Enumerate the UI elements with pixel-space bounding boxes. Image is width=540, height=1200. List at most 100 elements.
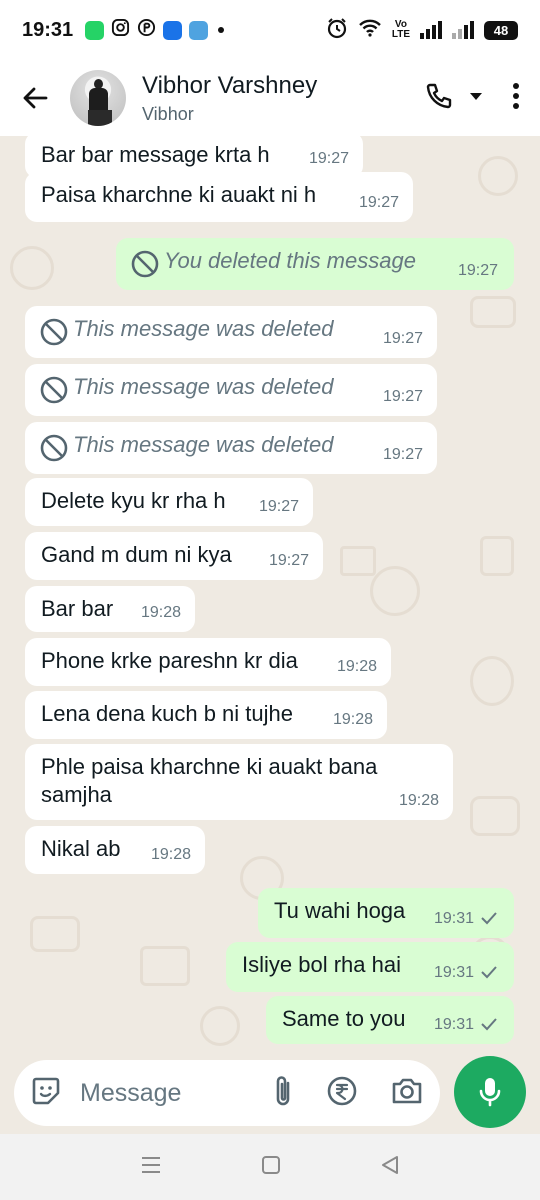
message-input[interactable] [80,1078,230,1108]
triangle-back-icon [382,1155,399,1174]
blocked-icon [39,375,69,411]
phone-icon [426,83,452,108]
message-bubble[interactable]: Tu wahi hoga 19:31 [258,888,514,938]
status-time: 19:31 [22,18,74,41]
blocked-icon [39,317,69,353]
contact-name: Vibhor Varshney [142,71,318,99]
contact-subtitle: Vibhor [142,103,194,124]
message-text: You deleted this message [164,248,416,273]
more-options-button[interactable] [512,82,520,115]
camera-icon [392,1078,422,1103]
dot-icon [218,27,225,33]
message-time: 19:27 [382,388,423,405]
message-text: Paisa kharchne ki auakt ni h [41,182,317,207]
message-meta: 19:31 [434,906,498,932]
system-navigation-bar [0,1134,540,1200]
blocked-icon [39,433,69,469]
message-time: 19:28 [150,846,191,863]
message-time: 19:27 [258,498,299,515]
instagram-icon [111,18,130,42]
system-back-button[interactable] [380,1155,400,1180]
message-time: 19:27 [382,330,423,347]
arrow-left-icon [23,87,48,109]
whatsapp-business-icon [85,20,105,40]
message-text: Lena dena kuch b ni tujhe [41,701,293,726]
message-text: Same to you [282,1006,406,1031]
more-vertical-icon [513,82,519,109]
back-button[interactable] [0,60,70,136]
deleted-message-bubble[interactable]: This message was deleted 19:27 [25,422,437,474]
deleted-message-bubble[interactable]: This message was deleted 19:27 [25,306,437,358]
sticker-icon [32,1077,60,1104]
message-time: 19:27 [268,552,309,569]
message-bubble[interactable]: Bar bar 19:28 [25,586,195,632]
message-text: Phone krke pareshn kr dia [41,648,298,673]
message-bubble[interactable]: Gand m dum ni kya 19:27 [25,532,323,580]
message-bubble[interactable]: Lena dena kuch b ni tujhe 19:28 [25,691,387,739]
weather-icon [189,20,209,40]
message-text: Gand m dum ni kya [41,542,232,567]
wifi-icon [358,18,382,43]
check-icon [481,912,497,925]
sticker-button[interactable] [30,1075,62,1112]
attach-button[interactable] [272,1074,294,1113]
call-options-dropdown[interactable] [468,89,484,107]
bluesky-icon [163,20,183,40]
alarm-icon [326,17,348,44]
message-bubble[interactable]: Nikal ab 19:28 [25,826,205,874]
recent-apps-button[interactable] [140,1156,162,1179]
deleted-message-bubble[interactable]: This message was deleted 19:27 [25,364,437,416]
menu-lines-icon [141,1156,160,1173]
message-text: Bar bar message krta h [41,142,270,167]
message-text: This message was deleted [73,432,334,457]
message-time: 19:27 [382,446,423,463]
paperclip-icon [276,1075,290,1105]
message-text: This message was deleted [73,316,334,341]
message-text: Nikal ab [41,836,121,861]
avatar[interactable] [70,70,126,126]
message-bubble[interactable]: Delete kyu kr rha h 19:27 [25,478,313,526]
check-icon [481,966,497,979]
message-time: 19:31 [433,964,474,981]
message-meta: 19:31 [434,1012,498,1038]
message-meta: 19:31 [434,960,498,986]
message-bubble[interactable]: Isliye bol rha hai 19:31 [226,942,514,992]
home-button[interactable] [261,1155,281,1180]
contact-info[interactable]: Vibhor Varshney Vibhor [142,72,424,125]
voice-message-button[interactable] [454,1056,526,1128]
message-text: Delete kyu kr rha h [41,488,226,513]
phonepe-icon [137,18,156,42]
message-time: 19:27 [358,194,399,211]
camera-button[interactable] [390,1076,424,1111]
message-time: 19:28 [336,658,377,675]
message-text: This message was deleted [73,374,334,399]
check-icon [481,1018,497,1031]
message-time: 19:31 [433,1016,474,1033]
message-bubble[interactable]: Phle paisa kharchne ki auakt bana samjha… [25,744,453,820]
composer [0,1056,540,1134]
message-time: 19:28 [140,604,181,621]
message-time: 19:28 [398,792,439,809]
message-bubble[interactable]: Same to you 19:31 [266,996,514,1044]
message-time: 19:27 [308,150,349,167]
volte-icon: Vo LTE [391,19,410,40]
chat-header: Vibhor Varshney Vibhor [0,60,540,136]
microphone-icon [479,1078,501,1107]
message-text-line-1: Phle paisa kharchne ki auakt bana [41,754,378,779]
message-text: Isliye bol rha hai [242,952,401,977]
notification-icons [85,18,225,42]
message-time: 19:27 [457,262,498,279]
message-bubble[interactable]: Paisa kharchne ki auakt ni h 19:27 [25,172,413,222]
battery-icon: 48 [484,20,518,40]
message-time: 19:31 [433,910,474,927]
deleted-message-bubble[interactable]: You deleted this message 19:27 [116,238,514,290]
signal-icon-2 [452,21,474,39]
message-bubble[interactable]: Phone krke pareshn kr dia 19:28 [25,638,391,686]
square-icon [261,1155,280,1174]
caret-down-icon [470,93,482,100]
voice-call-button[interactable] [424,81,454,116]
message-text: Tu wahi hoga [274,898,406,923]
message-text: Bar bar [41,596,114,621]
payment-button[interactable] [326,1075,358,1112]
chat-messages[interactable]: Bar bar message krta h 19:27 Paisa kharc… [0,136,540,1056]
